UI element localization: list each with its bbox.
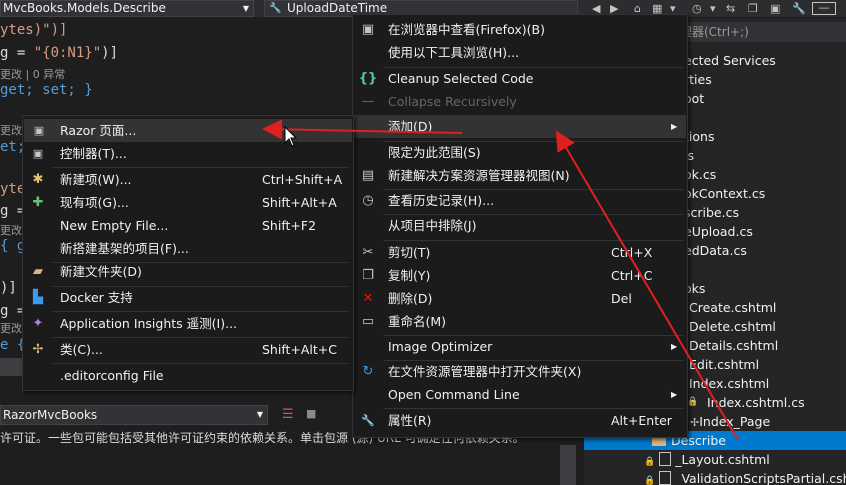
annotation-overlay <box>262 119 739 441</box>
annotation-arrow <box>262 119 463 140</box>
annotation-arrow <box>555 130 739 441</box>
